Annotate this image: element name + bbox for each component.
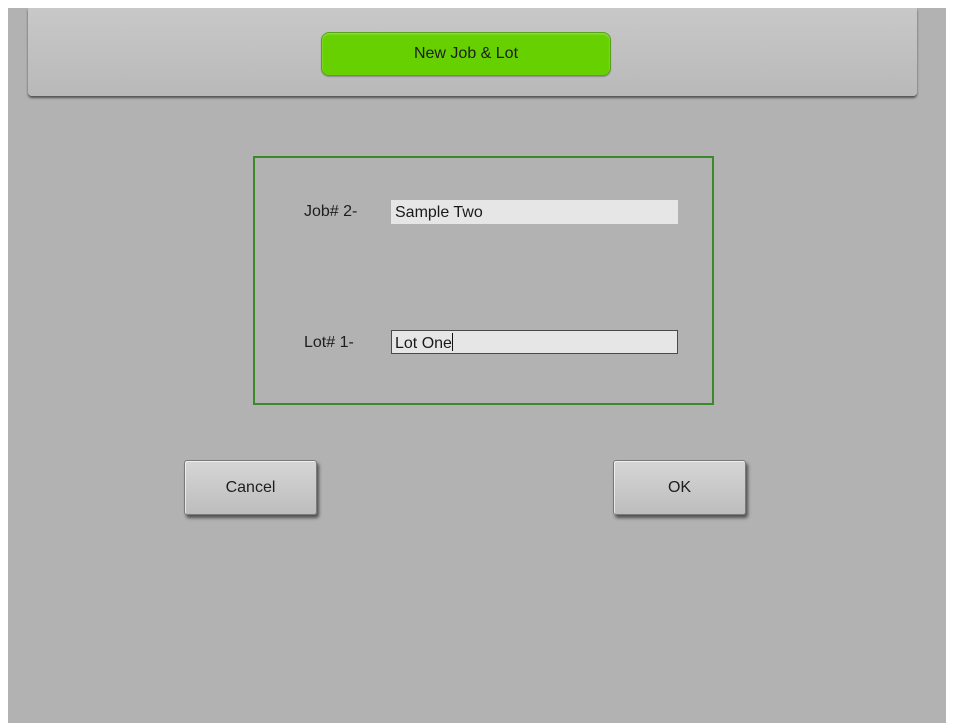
dialog-screen: New Job & Lot Job# 2- Sample Two Lot# 1-… <box>8 8 946 723</box>
lot-field[interactable]: Lot One <box>391 330 678 354</box>
text-caret <box>451 333 453 351</box>
job-label: Job# 2- <box>304 203 358 220</box>
lot-field-value: Lot One <box>395 335 452 352</box>
form-frame: Job# 2- Sample Two Lot# 1- Lot One <box>253 156 714 405</box>
dialog-title: New Job & Lot <box>321 32 611 76</box>
ok-button[interactable]: OK <box>613 460 746 515</box>
header-bar: New Job & Lot <box>28 8 917 96</box>
lot-label: Lot# 1- <box>304 334 354 351</box>
job-field[interactable]: Sample Two <box>391 200 678 224</box>
cancel-button[interactable]: Cancel <box>184 460 317 515</box>
job-field-value: Sample Two <box>395 204 483 221</box>
